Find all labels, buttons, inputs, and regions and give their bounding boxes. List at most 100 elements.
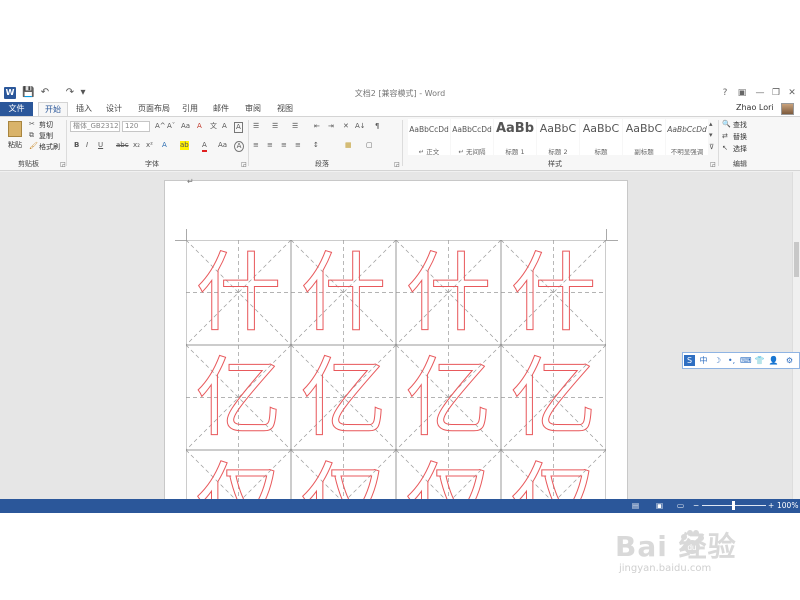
bullets-icon[interactable]: ☰ <box>253 122 259 131</box>
tab-review[interactable]: 审阅 <box>243 102 263 116</box>
subscript-icon[interactable]: x₂ <box>133 141 140 150</box>
style-heading-2[interactable]: AaBbC 标题 2 <box>537 119 579 156</box>
font-color-icon[interactable]: A <box>202 141 207 152</box>
cut-button[interactable]: 剪切 <box>39 120 53 130</box>
superscript-icon[interactable]: x² <box>146 141 153 150</box>
zoom-in-button[interactable]: + <box>768 501 774 511</box>
phonetic-guide-icon[interactable]: 文 <box>210 122 217 131</box>
tab-insert[interactable]: 插入 <box>74 102 94 116</box>
scrollbar-thumb[interactable] <box>794 242 799 277</box>
zoom-out-button[interactable]: − <box>693 501 699 511</box>
borders-icon[interactable]: ▢ <box>366 141 373 150</box>
find-icon[interactable]: 🔍 <box>722 120 731 129</box>
print-layout-icon[interactable]: ▣ <box>656 501 663 511</box>
find-button[interactable]: 查找 <box>733 120 747 130</box>
ribbon-display-options-button[interactable]: ▣ <box>735 86 749 100</box>
document-page[interactable]: ↵ 什什什什亿亿亿亿仅仅仅仅↵↵ <box>164 177 628 499</box>
clear-formatting-icon[interactable]: A <box>197 122 202 131</box>
style-normal[interactable]: AaBbCcDd ↵ 正文 <box>408 119 450 156</box>
decrease-indent-icon[interactable]: ⇤ <box>314 122 320 131</box>
document-area[interactable]: ↵ 什什什什亿亿亿亿仅仅仅仅↵↵ <box>0 172 792 499</box>
bold-icon[interactable]: B <box>74 141 79 150</box>
web-layout-icon[interactable]: ▭ <box>677 501 684 511</box>
paragraph-launcher-icon[interactable]: ◲ <box>394 160 400 169</box>
character-shading-icon[interactable]: Aa <box>218 141 227 150</box>
font-size-combo[interactable]: 120 <box>122 121 150 132</box>
strikethrough-icon[interactable]: abc <box>116 141 129 150</box>
copy-icon[interactable]: ⧉ <box>29 131 34 140</box>
style-subtle-emphasis[interactable]: AaBbCcDd 不明显强调 <box>666 119 708 156</box>
line-spacing-icon[interactable]: ↕ <box>313 141 319 150</box>
chinese-layout-icon[interactable]: ✕ <box>343 122 349 131</box>
format-painter-icon[interactable]: 🖌 <box>29 142 38 151</box>
ime-logo-icon[interactable]: S <box>684 355 695 366</box>
shading-icon[interactable]: ▦ <box>345 141 352 150</box>
help-button[interactable]: ? <box>718 86 732 100</box>
paste-icon[interactable] <box>8 121 22 137</box>
paste-button[interactable]: 粘贴 <box>8 140 22 150</box>
tab-home[interactable]: 开始 <box>38 102 68 117</box>
read-mode-icon[interactable]: ▤ <box>632 501 639 511</box>
tianzige-grid[interactable]: 什什什什亿亿亿亿仅仅仅仅↵↵ <box>186 240 606 499</box>
ime-settings-icon[interactable]: ⚙ <box>784 355 795 366</box>
ime-keyboard-icon[interactable]: ⌨ <box>740 355 752 366</box>
show-formatting-marks-icon[interactable]: ¶ <box>375 122 379 131</box>
minimize-button[interactable]: — <box>753 86 767 100</box>
format-painter-button[interactable]: 格式刷 <box>39 142 60 152</box>
align-center-icon[interactable]: ≡ <box>267 141 273 150</box>
tab-view[interactable]: 视图 <box>275 102 295 116</box>
tab-mailings[interactable]: 邮件 <box>211 102 231 116</box>
ime-user-icon[interactable]: 👤 <box>768 355 779 366</box>
replace-icon[interactable]: ⇄ <box>722 132 728 141</box>
copy-button[interactable]: 复制 <box>39 131 53 141</box>
styles-launcher-icon[interactable]: ◲ <box>710 160 716 169</box>
align-right-icon[interactable]: ≡ <box>281 141 287 150</box>
restore-button[interactable]: ❐ <box>769 86 783 100</box>
replace-button[interactable]: 替换 <box>733 132 747 142</box>
ime-fullwidth-toggle[interactable]: ☽ <box>712 355 723 366</box>
style-title[interactable]: AaBbC 标题 <box>580 119 622 156</box>
ime-skin-icon[interactable]: 👕 <box>754 355 765 366</box>
user-name[interactable]: Zhao Lori <box>736 103 774 112</box>
tab-references[interactable]: 引用 <box>180 102 200 116</box>
sort-icon[interactable]: A↓ <box>355 122 366 131</box>
enclose-characters-icon[interactable]: A <box>234 122 243 133</box>
ime-toolbar[interactable]: S 中 ☽ •, ⌨ 👕 👤 ⚙ <box>682 352 800 369</box>
tab-page-layout[interactable]: 页面布局 <box>136 102 172 116</box>
styles-scroll-down-icon[interactable]: ▾ <box>709 131 713 140</box>
align-left-icon[interactable]: ≡ <box>253 141 259 150</box>
multilevel-list-icon[interactable]: ☰ <box>292 122 298 131</box>
cut-icon[interactable]: ✂ <box>29 120 35 129</box>
avatar[interactable] <box>781 103 794 115</box>
justify-icon[interactable]: ≡ <box>295 141 301 150</box>
vertical-scrollbar[interactable] <box>792 172 800 499</box>
change-case-icon[interactable]: Aa <box>181 122 190 131</box>
text-effects-icon[interactable]: A <box>162 141 167 150</box>
tab-file[interactable]: 文件 <box>0 102 33 116</box>
ime-punctuation-toggle[interactable]: •, <box>726 355 737 366</box>
zoom-slider-thumb[interactable] <box>732 501 735 510</box>
enclosed-char-icon[interactable]: A <box>234 141 244 152</box>
ime-chinese-mode-toggle[interactable]: 中 <box>698 355 709 366</box>
numbering-icon[interactable]: ☰ <box>272 122 278 131</box>
clipboard-launcher-icon[interactable]: ◲ <box>60 160 66 169</box>
zoom-level[interactable]: 100% <box>777 501 798 511</box>
style-heading-1[interactable]: AaBb 标题 1 <box>494 119 536 156</box>
select-button[interactable]: 选择 <box>733 144 747 154</box>
italic-icon[interactable]: I <box>86 141 88 150</box>
styles-more-icon[interactable]: ⊽ <box>709 143 714 152</box>
select-icon[interactable]: ↖ <box>722 144 728 153</box>
style-subtitle[interactable]: AaBbC 副标题 <box>623 119 665 156</box>
font-launcher-icon[interactable]: ◲ <box>241 160 247 169</box>
grow-font-icon[interactable]: A^ <box>155 122 166 131</box>
font-name-combo[interactable]: 楷体_GB2312 <box>70 121 120 132</box>
close-button[interactable]: ✕ <box>785 86 799 100</box>
underline-icon[interactable]: U <box>98 141 103 150</box>
increase-indent-icon[interactable]: ⇥ <box>328 122 334 131</box>
tab-design[interactable]: 设计 <box>104 102 124 116</box>
style-no-spacing[interactable]: AaBbCcDd ↵ 无间隔 <box>451 119 493 156</box>
character-border-icon[interactable]: A <box>222 122 227 131</box>
styles-scroll-up-icon[interactable]: ▴ <box>709 120 713 129</box>
shrink-font-icon[interactable]: Aˇ <box>167 122 175 131</box>
highlight-color-icon[interactable]: ab <box>180 141 189 150</box>
